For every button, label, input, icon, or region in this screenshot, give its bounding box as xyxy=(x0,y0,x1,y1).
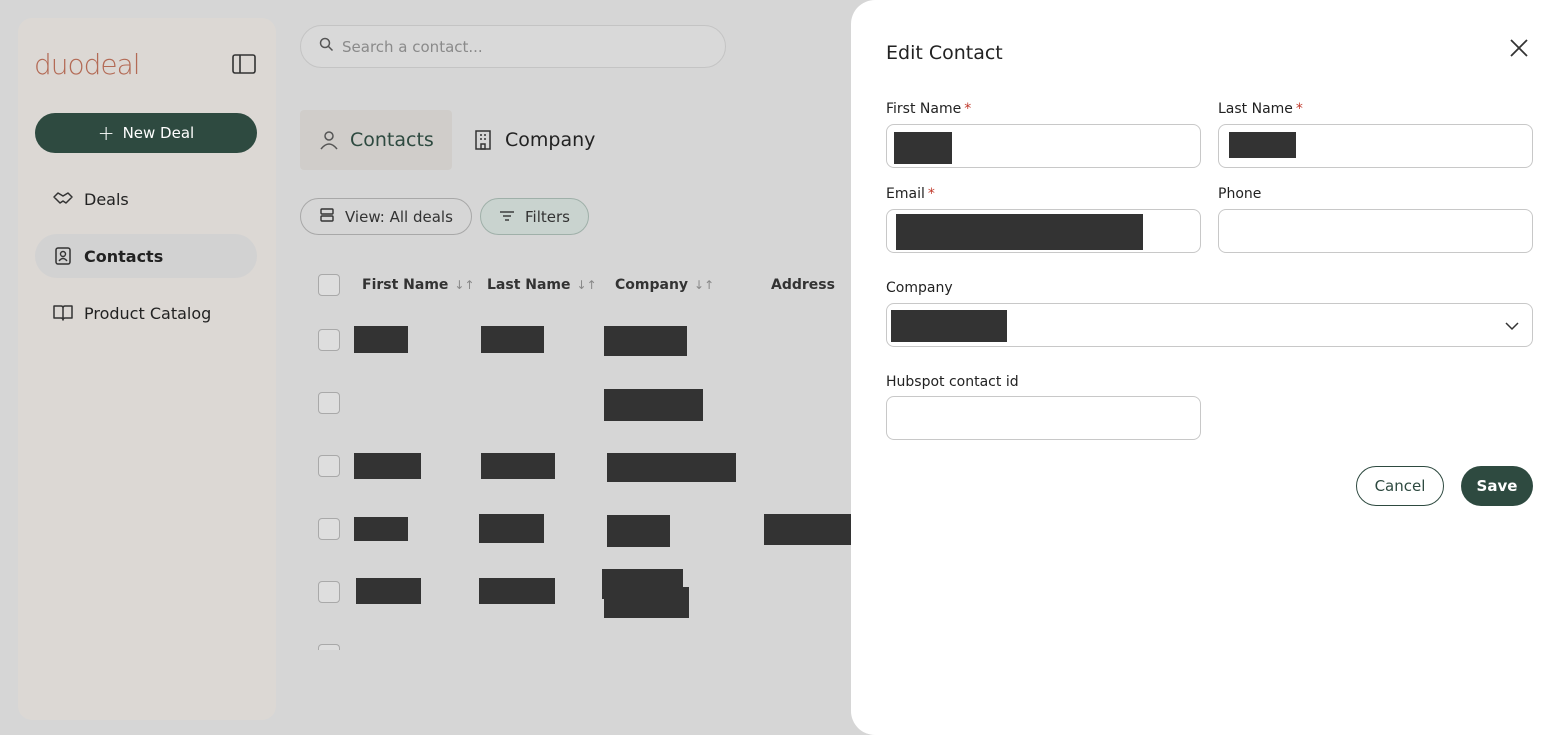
search-bar[interactable] xyxy=(300,25,726,68)
building-icon xyxy=(473,129,495,151)
panel-title: Edit Contact xyxy=(886,42,1003,64)
sort-icon[interactable]: ↓↑ xyxy=(694,278,714,292)
row-checkbox[interactable] xyxy=(318,644,340,650)
redacted-cell xyxy=(356,578,421,604)
label-text: First Name xyxy=(886,101,962,117)
required-marker: * xyxy=(927,186,935,202)
last-name-label: Last Name * xyxy=(1218,101,1303,117)
company-select[interactable] xyxy=(886,303,1533,347)
redacted-cell xyxy=(481,326,544,353)
row-checkbox[interactable] xyxy=(318,581,340,603)
row-checkbox[interactable] xyxy=(318,518,340,540)
redacted-value xyxy=(896,214,1143,250)
redacted-cell xyxy=(354,453,421,479)
cancel-button[interactable]: Cancel xyxy=(1356,466,1444,506)
tab-label: Contacts xyxy=(350,129,434,151)
tab-contacts[interactable]: Contacts xyxy=(300,110,452,170)
row-checkbox[interactable] xyxy=(318,455,340,477)
phone-field[interactable] xyxy=(1218,209,1533,253)
required-marker: * xyxy=(1295,101,1303,117)
filters-label: Filters xyxy=(525,207,570,226)
redacted-cell xyxy=(604,389,703,421)
redacted-cell xyxy=(607,453,736,482)
last-name-field[interactable] xyxy=(1218,124,1533,168)
select-all-checkbox[interactable] xyxy=(318,274,340,296)
sidebar-item-contacts[interactable]: Contacts xyxy=(35,234,257,278)
plus-icon: + xyxy=(97,121,115,145)
sidebar-item-label: Contacts xyxy=(84,246,164,266)
redacted-cell xyxy=(479,578,555,604)
redacted-cell xyxy=(607,515,670,547)
column-header-company[interactable]: Company ↓↑ xyxy=(615,277,714,293)
sidebar-toggle-icon[interactable] xyxy=(232,54,256,76)
column-header-label: Address xyxy=(771,277,835,293)
email-label: Email * xyxy=(886,186,935,202)
redacted-cell xyxy=(604,326,687,356)
view-selector-button[interactable]: View: All deals xyxy=(300,198,472,235)
sort-icon[interactable]: ↓↑ xyxy=(577,278,597,292)
edit-contact-panel: Edit Contact First Name * Last Name * Emai… xyxy=(851,0,1568,735)
phone-input[interactable] xyxy=(1219,210,1532,252)
save-button[interactable]: Save xyxy=(1461,466,1533,506)
column-header-label: Company xyxy=(615,277,689,293)
column-header-address: Address xyxy=(771,277,835,293)
tab-label: Company xyxy=(505,129,596,151)
filter-icon xyxy=(499,208,515,226)
app-logo: duodeal xyxy=(34,48,141,81)
column-header-label: First Name xyxy=(362,277,449,293)
view-label: View: All deals xyxy=(345,207,453,226)
row-checkbox[interactable] xyxy=(318,392,340,414)
redacted-value xyxy=(891,310,1007,342)
column-header-label: Last Name xyxy=(487,277,571,293)
sort-icon[interactable]: ↓↑ xyxy=(454,278,474,292)
search-icon xyxy=(319,37,334,56)
redacted-cell xyxy=(604,587,689,618)
redacted-value xyxy=(894,132,952,164)
chevron-down-icon xyxy=(1504,318,1520,334)
hubspot-id-input[interactable] xyxy=(887,397,1200,439)
row-checkbox[interactable] xyxy=(318,329,340,351)
new-deal-label: New Deal xyxy=(122,124,195,142)
tab-company[interactable]: Company xyxy=(455,110,613,170)
contact-book-icon xyxy=(52,245,74,267)
redacted-cell xyxy=(481,453,555,479)
redacted-cell xyxy=(354,517,408,541)
label-text: Email xyxy=(886,186,925,202)
sidebar-item-product-catalog[interactable]: Product Catalog xyxy=(35,291,257,335)
phone-label: Phone xyxy=(1218,186,1262,202)
handshake-icon xyxy=(52,188,74,210)
first-name-field[interactable] xyxy=(886,124,1201,168)
column-header-first-name[interactable]: First Name ↓↑ xyxy=(362,277,475,293)
email-field[interactable] xyxy=(886,209,1201,253)
hubspot-id-label: Hubspot contact id xyxy=(886,374,1019,390)
book-open-icon xyxy=(52,302,74,324)
search-input[interactable] xyxy=(342,37,702,56)
layers-icon xyxy=(319,207,335,226)
label-text: Last Name xyxy=(1218,101,1293,117)
close-icon[interactable] xyxy=(1507,36,1531,60)
redacted-value xyxy=(1229,132,1296,158)
redacted-cell xyxy=(764,514,851,545)
company-label: Company xyxy=(886,280,953,296)
sidebar-item-label: Product Catalog xyxy=(84,303,212,323)
first-name-label: First Name * xyxy=(886,101,971,117)
sidebar: duodeal + New Deal Deals Contacts Produc… xyxy=(18,18,276,720)
redacted-cell xyxy=(479,514,544,543)
new-deal-button[interactable]: + New Deal xyxy=(35,113,257,153)
user-icon xyxy=(318,129,340,151)
hubspot-id-field[interactable] xyxy=(886,396,1201,440)
filters-button[interactable]: Filters xyxy=(480,198,589,235)
column-header-last-name[interactable]: Last Name ↓↑ xyxy=(487,277,597,293)
redacted-cell xyxy=(354,326,408,353)
sidebar-item-label: Deals xyxy=(84,189,129,209)
required-marker: * xyxy=(964,101,972,117)
sidebar-item-deals[interactable]: Deals xyxy=(35,177,257,221)
